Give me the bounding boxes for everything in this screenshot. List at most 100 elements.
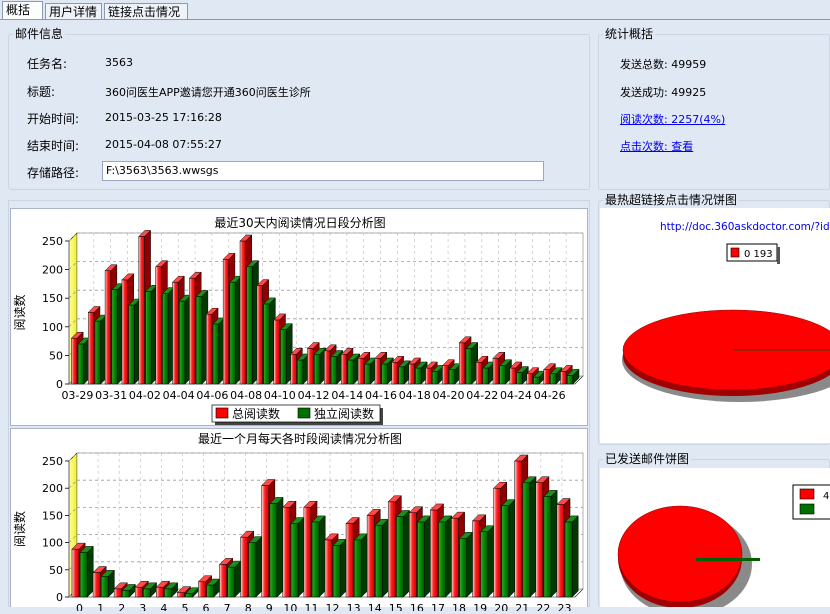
bar-unique [364, 363, 371, 385]
bar-unique [94, 320, 101, 385]
bar-total [256, 285, 263, 385]
sent-pie-legend-text: 4 [823, 491, 829, 502]
link-pie-chart: http://doc.360askdoctor.com/?id=9 0 193 [622, 221, 830, 402]
sent-total: 发送总数: 49959 [620, 58, 707, 71]
bar-unique-side [340, 538, 347, 598]
y-tick-label: 0 [56, 591, 63, 604]
x-tick-label: 04-14 [331, 389, 363, 402]
link-pie-title: 最热超链接点击情况饼图 [603, 193, 740, 207]
x-tick-label: 04-26 [534, 389, 566, 402]
link-pie-panel: http://doc.360askdoctor.com/?id=9 0 193 [600, 208, 830, 443]
bar-total [340, 354, 348, 385]
legend-swatch-total [215, 407, 229, 419]
x-tick-label: 03-29 [61, 389, 93, 402]
storage-path-field[interactable]: F:\3563\3563.wwsgs [102, 161, 544, 181]
bar-unique [480, 531, 489, 598]
bar-total [198, 581, 206, 598]
bar-unique [212, 323, 220, 385]
bar-total [307, 348, 314, 385]
tab-overview[interactable]: 概括 [2, 1, 43, 20]
bar-total [222, 259, 230, 385]
tab-link-clicks[interactable]: 链接点击情况 [104, 3, 188, 19]
bar-total [409, 512, 417, 598]
y-tick-label: 50 [49, 349, 63, 362]
bar-total [104, 270, 112, 385]
task-value: 3563 [105, 56, 133, 69]
y-tick-label: 200 [42, 482, 63, 495]
bar-total [71, 548, 80, 598]
tab-user-details[interactable]: 用户详情 [45, 3, 102, 19]
bar-total [425, 367, 432, 385]
bar-unique [128, 304, 135, 385]
y-tick-label: 150 [42, 509, 63, 522]
end-time-value: 2015-04-08 07:55:27 [105, 138, 222, 151]
bar-total [324, 539, 333, 598]
bar-unique [432, 371, 439, 385]
bar-unique [248, 542, 257, 598]
bar-unique-side [297, 516, 305, 598]
link-pie-legend-text: 0 193 [744, 249, 773, 260]
bar-total [71, 337, 78, 385]
bar-unique [195, 296, 203, 385]
mail-info-title: 邮件信息 [13, 27, 66, 41]
task-label: 任务名: [27, 57, 68, 71]
bar-unique [122, 590, 130, 598]
bar-unique [415, 367, 422, 385]
bar-unique [227, 566, 236, 598]
bar-total [87, 312, 95, 385]
bar-unique [459, 537, 468, 598]
bar-unique-side [571, 515, 579, 598]
end-time-label: 结束时间: [27, 139, 80, 153]
sent-pie-legend-red [799, 488, 815, 500]
bar-unique [311, 521, 320, 598]
bar-total [134, 586, 143, 598]
bar-total [345, 523, 354, 598]
bar-unique [100, 576, 109, 598]
bar-total [493, 487, 502, 598]
click-count-link[interactable]: 点击次数: 查看 [620, 138, 693, 154]
bar-unique [162, 293, 169, 385]
bar-unique [332, 545, 341, 598]
bar-unique-side [361, 533, 368, 598]
bar-unique [448, 369, 456, 385]
bar-unique [353, 539, 362, 598]
bar-unique [516, 372, 523, 385]
x-tick-label: 04-20 [433, 389, 465, 402]
bar-unique-side [508, 499, 516, 598]
y-tick-label: 100 [42, 537, 63, 550]
bar-total [430, 509, 438, 598]
bar-unique [347, 359, 354, 385]
start-time-label: 开始时间: [27, 112, 80, 126]
bar-unique-side [529, 476, 537, 598]
bar-total [303, 506, 312, 598]
bar-unique [566, 375, 574, 385]
bar-unique [185, 593, 193, 598]
bar-unique [145, 291, 152, 385]
x-tick-label: 04-10 [264, 389, 296, 402]
subject-label: 标题: [27, 85, 56, 99]
legend-swatch-unique [297, 407, 311, 419]
bar-unique-side [255, 535, 263, 598]
bar-unique [263, 303, 270, 385]
bar-unique-side [234, 560, 242, 598]
bar-unique [143, 588, 151, 598]
bar-unique-side [487, 525, 495, 598]
link-pie-legend-swatch [730, 247, 740, 258]
bar-total [509, 367, 516, 385]
sent-pie-slice-red [617, 505, 743, 603]
y-axis-label: 阅读数 [12, 511, 27, 547]
bar-unique-side [466, 531, 474, 598]
sent-pie-legend-green [799, 503, 815, 515]
bar-total [189, 277, 196, 385]
bar-unique [246, 266, 253, 385]
bar-unique [482, 367, 489, 385]
bar-total [240, 536, 249, 598]
bar-total [475, 362, 483, 385]
bar-unique [375, 524, 383, 598]
read-count-link[interactable]: 阅读次数: 2257(4%) [620, 111, 725, 127]
sent-pie-slice-green [696, 558, 760, 561]
bar-total [514, 460, 523, 598]
bar-total [391, 362, 398, 385]
bar-total [374, 358, 381, 385]
bar-unique [269, 503, 278, 598]
